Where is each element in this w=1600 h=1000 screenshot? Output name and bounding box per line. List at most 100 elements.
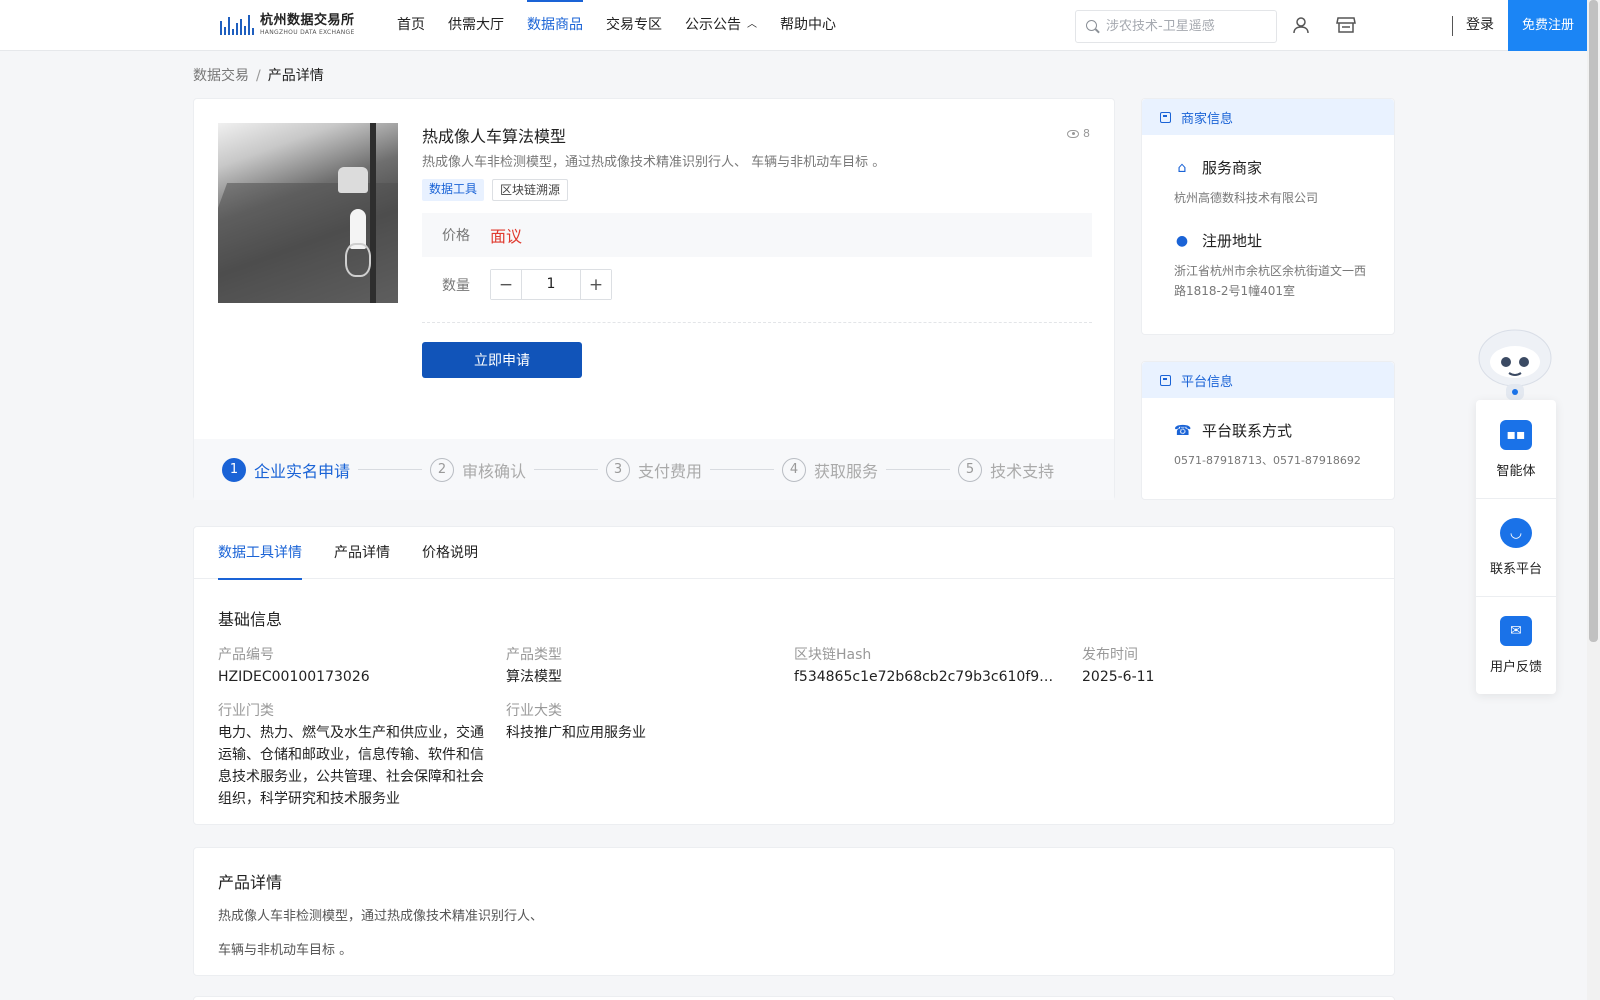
step-number: 1 [222, 457, 246, 482]
service-merchant-label: 服务商家 [1202, 159, 1263, 177]
info-publish-time: 发布时间 2025-6-11 [1082, 645, 1350, 688]
headset-icon: ◡ [1500, 518, 1532, 548]
price-value: 面议 [490, 227, 523, 246]
step-number: 3 [606, 457, 631, 482]
phone-icon: ☎ [1174, 422, 1192, 439]
search-input[interactable] [1106, 19, 1276, 34]
logo-mark-icon [220, 15, 254, 35]
product-tags: 数据工具 区块链溯源 [422, 179, 569, 201]
quantity-input[interactable]: 1 [522, 270, 580, 299]
service-merchant-block: ⌂ 服务商家 杭州高德数科技术有限公司 [1174, 157, 1394, 208]
tab-price-description[interactable]: 价格说明 [422, 527, 478, 579]
top-navbar: 杭州数据交易所 HANGZHOU DATA EXCHANGE 首页 供需大厅 数… [0, 0, 1600, 51]
platform-contact-block: ☎ 平台联系方式 0571-87918713、0571-87918692 [1174, 420, 1394, 471]
info-label: 行业大类 [506, 703, 562, 719]
info-value: 2025-6-11 [1082, 669, 1155, 685]
step-3: 3 支付费用 [606, 457, 703, 482]
divider [422, 322, 1092, 323]
robot-assistant-icon[interactable] [1476, 326, 1554, 402]
header-divider [1452, 16, 1453, 36]
nav-home[interactable]: 首页 [397, 0, 425, 50]
info-label: 区块链Hash [794, 647, 872, 663]
logo[interactable]: 杭州数据交易所 HANGZHOU DATA EXCHANGE [220, 11, 360, 39]
tab-data-tool-detail[interactable]: 数据工具详情 [218, 527, 302, 580]
detail-tabs: 数据工具详情 产品详情 价格说明 [194, 527, 1394, 580]
shop-icon[interactable] [1336, 16, 1356, 34]
info-label: 产品类型 [506, 647, 562, 663]
minus-icon[interactable]: − [491, 270, 522, 299]
breadcrumb-root[interactable]: 数据交易 [193, 68, 249, 84]
nav-data-products[interactable]: 数据商品 [527, 0, 583, 50]
merchant-info-header: 商家信息 [1142, 99, 1394, 135]
step-label: 获取服务 [814, 461, 879, 481]
step-label: 技术支持 [990, 461, 1055, 481]
platform-contact-value: 0571-87918713、0571-87918692 [1174, 454, 1361, 467]
monitor-icon [1160, 374, 1171, 386]
quantity-stepper: − 1 + [490, 269, 612, 300]
step-label: 审核确认 [462, 461, 527, 481]
address-value: 浙江省杭州市余杭区余杭街道文一西路1818-2号1幢401室 [1174, 264, 1367, 298]
detail-tabs-card: 数据工具详情 产品详情 价格说明 基础信息 产品编号 HZIDEC0010017… [193, 526, 1395, 825]
basic-info-title: 基础信息 [218, 610, 283, 629]
float-feedback[interactable]: ✉ 用户反馈 [1476, 596, 1556, 694]
breadcrumb: 数据交易 / 产品详情 [193, 65, 324, 85]
product-detail-line: 车辆与非机动车目标 。 [218, 943, 353, 958]
info-industry-category: 行业门类 电力、热力、燃气及水生产和供应业，交通运输、仓储和邮政业，信息传输、软… [218, 701, 486, 810]
view-count-value: 8 [1083, 127, 1090, 140]
calendar-icon [1160, 111, 1171, 123]
main-nav: 首页 供需大厅 数据商品 交易专区 公示公告 ︿ 帮助中心 [397, 0, 859, 50]
price-label: 价格 [442, 228, 470, 244]
search-icon[interactable] [1086, 19, 1100, 34]
platform-contact-label: 平台联系方式 [1202, 422, 1293, 440]
float-feedback-label: 用户反馈 [1489, 660, 1542, 675]
chevron-up-icon: ︿ [747, 19, 757, 30]
tab-product-detail[interactable]: 产品详情 [334, 527, 390, 579]
nav-help-center[interactable]: 帮助中心 [780, 0, 836, 50]
logo-title: 杭州数据交易所 [260, 13, 355, 28]
nav-trading-zone[interactable]: 交易专区 [606, 0, 662, 50]
platform-info-header: 平台信息 [1142, 362, 1394, 398]
nav-announcements[interactable]: 公示公告 ︿ [685, 0, 757, 50]
step-connector [534, 469, 599, 470]
step-label: 支付费用 [638, 461, 703, 481]
next-section-card [193, 996, 1395, 1000]
info-label: 行业门类 [218, 703, 274, 719]
info-value: f534865c1e72b68cb2c79b3c610f94574ed... [794, 669, 1062, 685]
apply-now-button[interactable]: 立即申请 [422, 342, 582, 378]
step-5: 5 技术支持 [958, 457, 1055, 482]
info-label: 发布时间 [1082, 647, 1138, 663]
bot-icon: ▪▪ [1500, 419, 1532, 450]
user-icon[interactable] [1292, 16, 1310, 34]
login-link[interactable]: 登录 [1466, 0, 1494, 50]
info-label: 产品编号 [218, 647, 274, 663]
location-pin-icon: ● [1175, 232, 1189, 249]
nav-announcements-label: 公示公告 [685, 17, 741, 33]
info-blockchain-hash: 区块链Hash f534865c1e72b68cb2c79b3c610f9457… [794, 645, 1062, 688]
platform-info-card: 平台信息 ☎ 平台联系方式 0571-87918713、0571-8791869… [1141, 361, 1395, 500]
register-button[interactable]: 免费注册 [1508, 0, 1588, 51]
product-description: 热成像人车非检测模型，通过热成像技术精准识别行人、 车辆与非机动车目标 。 [422, 155, 886, 170]
tag-data-tool: 数据工具 [422, 179, 485, 201]
home-icon: ⌂ [1177, 159, 1187, 176]
product-detail-title: 产品详情 [218, 873, 283, 892]
float-agent[interactable]: ▪▪ 智能体 [1476, 400, 1556, 498]
step-connector [710, 469, 775, 470]
address-label: 注册地址 [1202, 232, 1263, 250]
plus-icon[interactable]: + [580, 270, 611, 299]
breadcrumb-current: 产品详情 [267, 68, 324, 84]
product-image [218, 123, 398, 303]
info-value: 电力、热力、燃气及水生产和供应业，交通运输、仓储和邮政业，信息传输、软件和信息技… [218, 725, 484, 807]
float-agent-label: 智能体 [1496, 463, 1536, 479]
nav-supply-demand[interactable]: 供需大厅 [448, 0, 504, 50]
step-connector [886, 469, 951, 470]
service-merchant-name: 杭州高德数科技术有限公司 [1174, 191, 1319, 205]
process-steps: 1 企业实名申请 2 审核确认 3 支付费用 4 获取服务 5 技术支持 [194, 439, 1114, 500]
view-count: 8 [1067, 127, 1090, 140]
product-detail-card: 产品详情 热成像人车非检测模型，通过热成像技术精准识别行人、 车辆与非机动车目标… [193, 847, 1395, 976]
float-contact[interactable]: ◡ 联系平台 [1476, 498, 1556, 596]
scrollbar-thumb[interactable] [1589, 0, 1598, 642]
info-value: 算法模型 [506, 669, 562, 685]
product-detail-line: 热成像人车非检测模型，通过热成像技术精准识别行人、 [218, 909, 544, 924]
mail-icon: ✉ [1500, 616, 1532, 646]
quantity-label: 数量 [442, 277, 470, 294]
